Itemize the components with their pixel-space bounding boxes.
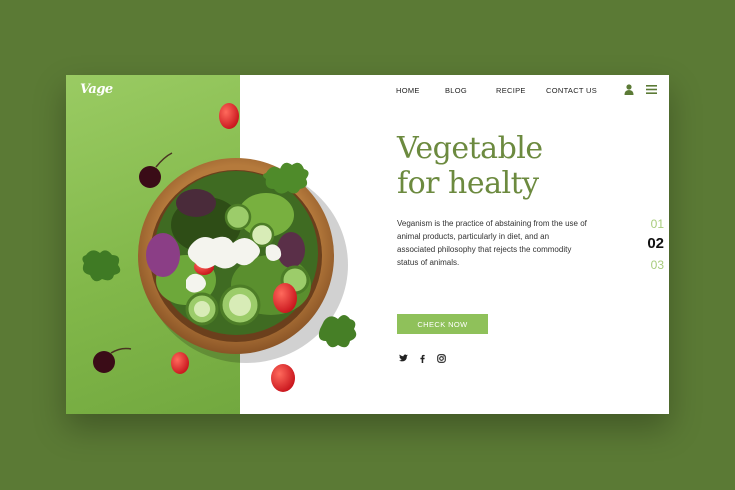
user-icon[interactable] (624, 84, 634, 95)
pager-item-01[interactable]: 01 (640, 217, 664, 231)
twitter-icon[interactable] (399, 354, 408, 363)
brand-logo[interactable]: Vage (80, 82, 113, 97)
nav-item-recipe[interactable]: RECIPE (496, 86, 526, 95)
hero-card: Vage HOME BLOG RECIPE CONTACT US Vegetab… (66, 75, 669, 414)
hero-description: Veganism is the practice of abstaining f… (397, 219, 587, 267)
instagram-icon[interactable] (437, 354, 446, 363)
pager-item-02-active[interactable]: 02 (640, 235, 664, 252)
nav-item-home[interactable]: HOME (396, 86, 420, 95)
check-now-button[interactable]: CHECK NOW (397, 314, 488, 334)
pager-item-03[interactable]: 03 (640, 258, 664, 272)
nav-item-blog[interactable]: BLOG (445, 86, 467, 95)
hero-title-line1: Vegetable (397, 131, 543, 166)
green-side-panel (66, 75, 240, 414)
hero-title-line2: for healty (397, 166, 539, 201)
facebook-icon[interactable] (418, 354, 427, 363)
nav-item-contact-us[interactable]: CONTACT US (546, 86, 597, 95)
hamburger-menu-icon[interactable] (646, 85, 657, 94)
hero-title: Vegetable for healty (397, 131, 543, 201)
